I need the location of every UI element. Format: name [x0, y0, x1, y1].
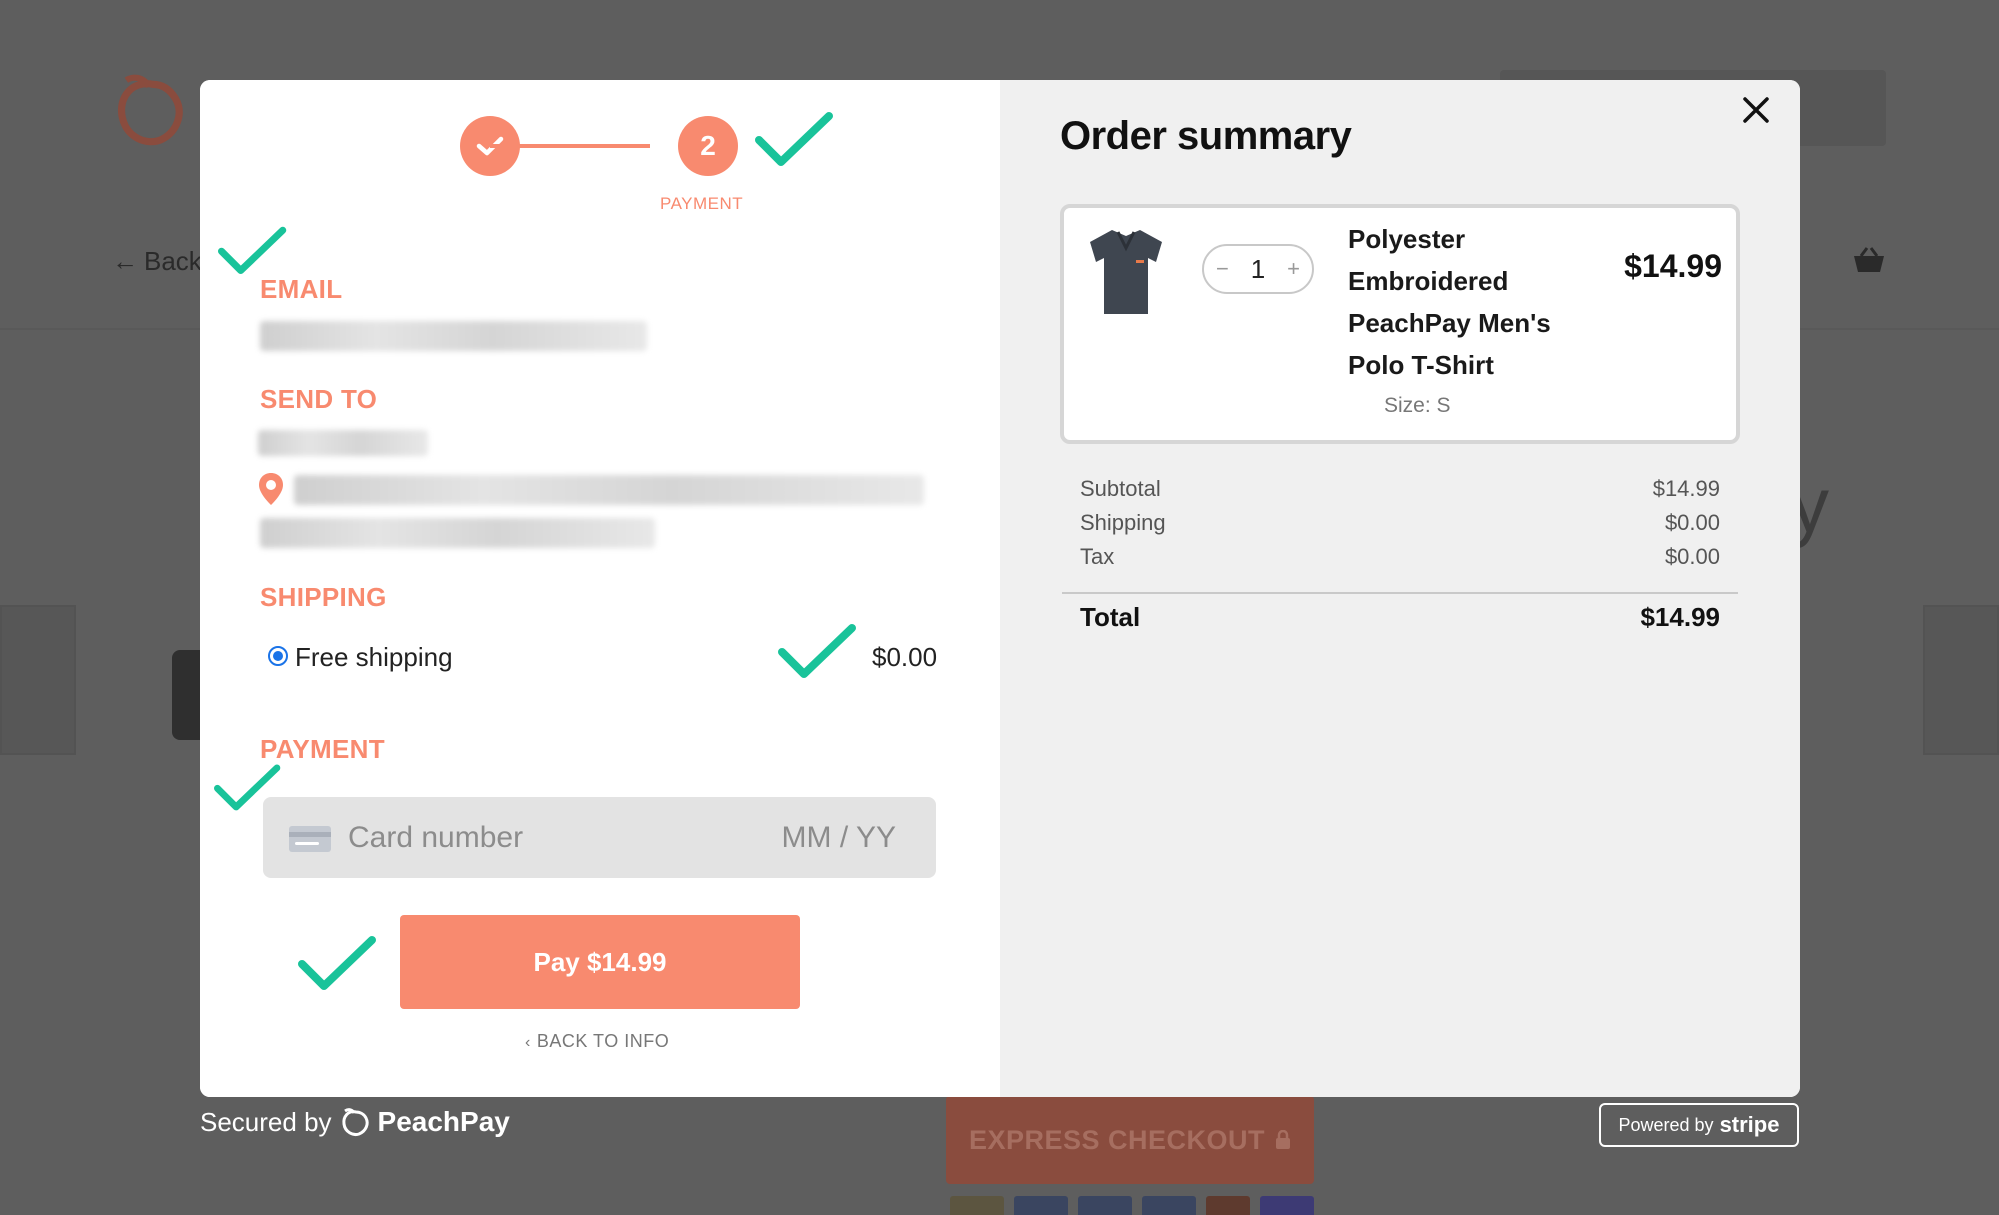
- peachpay-brand: PeachPay: [340, 1106, 510, 1138]
- order-summary-panel: Order summary − 1 + Polyester Embroidere…: [1000, 80, 1800, 1097]
- powered-by-stripe-badge[interactable]: Powered by stripe: [1599, 1103, 1799, 1147]
- polo-shirt-image: [1090, 230, 1162, 314]
- recipient-name-redacted: [258, 430, 428, 456]
- product-price: $14.99: [1624, 248, 1722, 284]
- totals-divider: [1062, 592, 1738, 594]
- tax-row: Tax $0.00: [1080, 544, 1720, 569]
- checkout-form-panel: 2 PAYMENT EMAIL SEND TO SHIPPING Free sh…: [200, 80, 1000, 1097]
- back-to-info-link[interactable]: ‹ BACK TO INFO: [525, 1031, 669, 1052]
- send-to-section-title: SEND TO: [260, 384, 378, 414]
- expiry-placeholder[interactable]: MM / YY: [782, 821, 896, 855]
- peachpay-logo-icon: [341, 1108, 369, 1136]
- back-link[interactable]: ← Back: [112, 246, 202, 277]
- location-pin-icon: [259, 473, 283, 505]
- shipping-option-label[interactable]: Free shipping: [295, 642, 453, 673]
- total-row: Total $14.99: [1080, 602, 1720, 632]
- stripe-icon: [1260, 1196, 1314, 1215]
- product-thumbnail: [1923, 605, 1999, 755]
- check-mark-icon: [214, 764, 281, 811]
- payment-methods-strip: [950, 1196, 1314, 1215]
- chevron-left-icon: ‹: [525, 1034, 531, 1051]
- stepper-connector: [490, 144, 650, 148]
- checkout-modal: 2 PAYMENT EMAIL SEND TO SHIPPING Free sh…: [200, 80, 1800, 1097]
- payment-section-title: PAYMENT: [260, 734, 385, 764]
- shipping-section-title: SHIPPING: [260, 582, 387, 612]
- product-thumbnail: [0, 605, 76, 755]
- shipping-row: Shipping $0.00: [1080, 510, 1720, 535]
- step-2-label: PAYMENT: [660, 194, 744, 213]
- order-summary-title: Order summary: [1060, 114, 1352, 158]
- paypal-icon: [950, 1196, 1004, 1215]
- increase-quantity-button[interactable]: +: [1287, 256, 1300, 282]
- discover-icon: [1142, 1196, 1196, 1215]
- peach-logo-icon: [117, 74, 183, 146]
- secured-by-peachpay: Secured by PeachPay: [200, 1106, 510, 1138]
- card-number-placeholder[interactable]: Card number: [348, 821, 523, 855]
- arrow-left-icon: ←: [112, 246, 138, 276]
- amex-icon: [1078, 1196, 1132, 1215]
- express-checkout-button[interactable]: EXPRESS CHECKOUT: [946, 1096, 1314, 1184]
- quantity-stepper[interactable]: − 1 +: [1202, 244, 1314, 294]
- cart-item-card: − 1 + Polyester Embroidered PeachPay Men…: [1060, 204, 1740, 444]
- basket-icon[interactable]: [1852, 246, 1886, 274]
- subtotal-row: Subtotal $14.99: [1080, 476, 1720, 501]
- check-mark-icon: [218, 226, 287, 274]
- check-mark-icon: [298, 936, 376, 990]
- lock-icon: [1276, 1130, 1291, 1149]
- close-button[interactable]: [1732, 86, 1780, 134]
- credit-card-icon: [289, 826, 331, 852]
- free-shipping-radio[interactable]: [268, 646, 288, 666]
- step-2-current: 2: [678, 116, 738, 176]
- product-size: Size: S: [1384, 394, 1451, 417]
- email-value-redacted: [260, 321, 647, 351]
- visa-icon: [1014, 1196, 1068, 1215]
- close-icon: [1743, 97, 1769, 123]
- check-mark-icon: [755, 112, 833, 166]
- address-line-2-redacted: [260, 518, 655, 548]
- radio-selected-dot: [273, 651, 283, 661]
- product-image: [172, 650, 202, 740]
- pay-button[interactable]: Pay $14.99: [400, 915, 800, 1009]
- check-mark-icon: [778, 624, 856, 678]
- shipping-option-price: $0.00: [872, 642, 938, 672]
- mastercard-icon: [1206, 1196, 1250, 1215]
- product-name: Polyester Embroidered PeachPay Men's Pol…: [1348, 224, 1551, 380]
- quantity-value: 1: [1250, 253, 1266, 284]
- decrease-quantity-button[interactable]: −: [1216, 256, 1229, 282]
- address-line-1-redacted: [294, 475, 924, 505]
- card-input-field[interactable]: Card number MM / YY: [263, 797, 936, 878]
